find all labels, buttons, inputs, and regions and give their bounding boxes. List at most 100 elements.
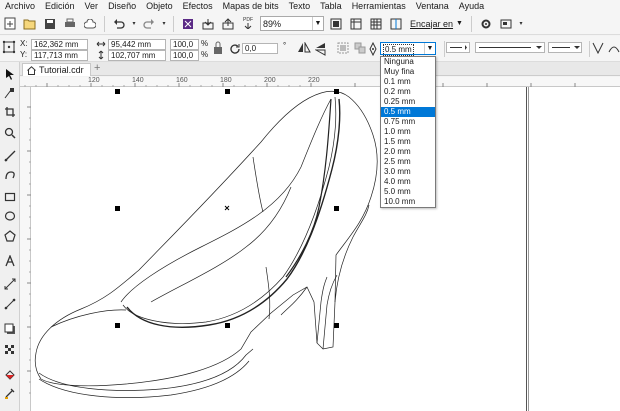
chevron-down-icon[interactable]: ▼ [312,17,323,30]
x-position-field[interactable]: 162,362 mm [31,39,88,50]
undo-icon[interactable] [111,16,127,32]
eyedropper-tool-icon[interactable] [2,385,18,401]
redo-dropdown-icon[interactable]: ▾ [161,16,167,32]
scale-y-field[interactable]: 100,0 [170,50,199,61]
guidelines-icon[interactable] [388,16,404,32]
outline-option-muy-fina[interactable]: Muy fina [381,67,435,77]
height-field[interactable]: 102,707 mm [108,50,166,61]
dimension-tool-icon[interactable] [2,276,18,292]
text-tool-icon[interactable] [2,253,18,269]
print-icon[interactable] [62,16,78,32]
outline-width-combo[interactable]: 0.5 mm ▼ [380,42,436,56]
open-folder-icon[interactable] [22,16,38,32]
freehand-tool-icon[interactable] [2,148,18,164]
lock-ratio-icon[interactable] [213,41,223,57]
grid-icon[interactable] [368,16,384,32]
undo-dropdown-icon[interactable]: ▾ [131,16,137,32]
menu-objeto[interactable]: Objeto [141,0,178,13]
transparency-tool-icon[interactable] [2,342,18,358]
gear-icon[interactable] [478,16,494,32]
menu-archivo[interactable]: Archivo [0,0,40,13]
object-origin-icon[interactable] [2,40,16,58]
chevron-down-icon[interactable]: ▾ [518,16,524,32]
redo-icon[interactable] [141,16,157,32]
x-position-value: 162,362 mm [34,40,79,49]
rotation-angle-field[interactable]: 0,0 [242,43,278,54]
ungroup-icon[interactable] [354,42,366,56]
drop-shadow-tool-icon[interactable] [2,321,18,337]
new-document-icon[interactable] [2,16,18,32]
import-icon[interactable] [200,16,216,32]
horizontal-ruler[interactable]: 120 140 160 180 200 220 [20,77,620,87]
menu-efectos[interactable]: Efectos [178,0,218,13]
mirror-horizontal-icon[interactable] [297,41,311,56]
shoe-drawing[interactable] [31,87,620,411]
start-arrowhead-selector[interactable] [446,42,470,53]
rulers-icon[interactable] [348,16,364,32]
group-icon[interactable] [337,42,349,56]
wrap-text-icon[interactable] [592,42,604,56]
ruler-tick-label: 200 [264,77,276,84]
menu-diseno[interactable]: Diseño [103,0,141,13]
full-screen-icon[interactable] [328,16,344,32]
menu-mapas-de-bits[interactable]: Mapas de bits [218,0,284,13]
horizontal-ruler-ticks [24,83,576,87]
outline-option-0-75mm[interactable]: 0.75 mm [381,117,435,127]
outline-option-2-0mm[interactable]: 2.0 mm [381,147,435,157]
outline-option-0-1mm[interactable]: 0.1 mm [381,77,435,87]
connector-tool-icon[interactable] [2,296,18,312]
document-tabs: Tutorial.cdr + [20,62,620,76]
save-icon[interactable] [42,16,58,32]
menu-herramientas[interactable]: Herramientas [347,0,411,13]
application-launcher-icon[interactable] [498,16,514,32]
home-icon[interactable] [27,65,36,75]
artistic-media-tool-icon[interactable] [2,167,18,183]
rectangle-tool-icon[interactable] [2,189,18,205]
menu-ventana[interactable]: Ventana [411,0,454,13]
outline-option-0-5mm[interactable]: 0.5 mm [381,107,435,117]
outline-option-2-5mm[interactable]: 2.5 mm [381,157,435,167]
convert-to-curves-icon[interactable] [608,42,620,56]
outline-option-0-2mm[interactable]: 0.2 mm [381,87,435,97]
pick-tool-icon[interactable] [2,66,18,82]
vertical-ruler[interactable] [20,87,31,411]
width-field[interactable]: 95,442 mm [108,39,166,50]
add-tab-icon[interactable]: + [94,62,100,74]
outline-option-1-0mm[interactable]: 1.0 mm [381,127,435,137]
zoom-level-combo[interactable]: 89% ▼ [260,16,324,31]
outline-option-4-0mm[interactable]: 4.0 mm [381,177,435,187]
line-style-selector[interactable] [475,42,545,53]
outline-option-10-0mm[interactable]: 10.0 mm [381,197,435,207]
publish-pdf-icon[interactable]: PDF [240,16,256,32]
outline-option-5-0mm[interactable]: 5.0 mm [381,187,435,197]
outline-option-ninguna[interactable]: Ninguna [381,57,435,67]
search-content-icon[interactable] [180,16,196,32]
percent-label: % [201,50,209,59]
crop-tool-icon[interactable] [2,104,18,120]
drawing-canvas[interactable] [31,87,620,411]
mirror-vertical-icon[interactable] [314,42,327,58]
polygon-tool-icon[interactable] [2,228,18,244]
zoom-tool-icon[interactable] [2,125,18,141]
menu-edicion[interactable]: Edición [40,0,80,13]
outline-option-0-25mm[interactable]: 0.25 mm [381,97,435,107]
cloud-icon[interactable] [82,16,98,32]
fill-tool-icon[interactable] [2,367,18,383]
center-marker [224,205,230,211]
ellipse-tool-icon[interactable] [2,208,18,224]
outline-option-3-0mm[interactable]: 3.0 mm [381,167,435,177]
end-arrowhead-selector[interactable] [548,42,582,53]
menu-ayuda[interactable]: Ayuda [454,0,489,13]
scale-x-field[interactable]: 100,0 [170,39,199,50]
export-icon[interactable] [220,16,236,32]
toolbar-separator [470,15,472,32]
y-position-field[interactable]: 117,713 mm [31,50,88,61]
chevron-down-icon[interactable]: ▼ [424,43,435,54]
document-tab[interactable]: Tutorial.cdr [22,63,91,76]
menu-texto[interactable]: Texto [284,0,316,13]
menu-tabla[interactable]: Tabla [315,0,347,13]
snap-to-dropdown[interactable]: Encajar en ▼ [410,19,463,29]
menu-ver[interactable]: Ver [80,0,104,13]
shape-tool-icon[interactable] [2,85,18,101]
outline-option-1-5mm[interactable]: 1.5 mm [381,137,435,147]
